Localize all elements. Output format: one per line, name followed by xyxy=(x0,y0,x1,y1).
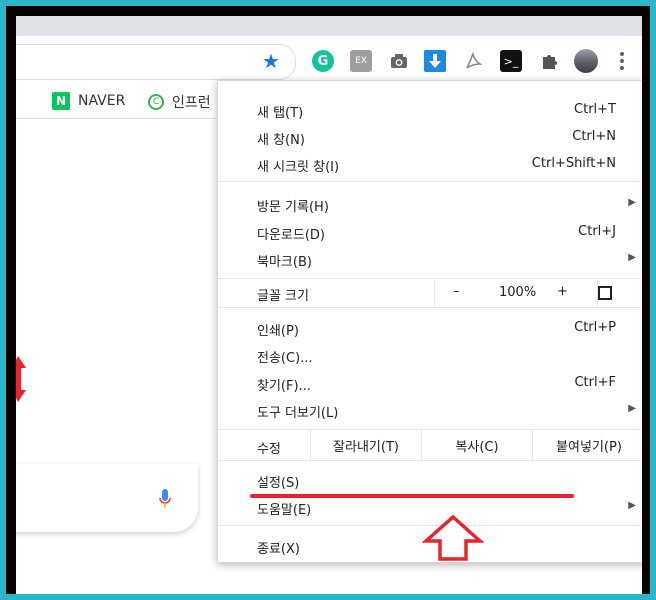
menu-item-history[interactable]: 방문 기록(H) ▶ xyxy=(218,191,642,218)
more-menu-icon[interactable] xyxy=(614,50,630,72)
bookmark-star-icon[interactable]: ★ xyxy=(262,49,280,73)
bookmark-naver-label: NAVER xyxy=(78,93,126,109)
terminal-extension-icon[interactable]: >_ xyxy=(500,50,522,72)
zoom-level: 100% xyxy=(499,285,537,300)
paste-button[interactable]: 붙여넣기(P) xyxy=(532,430,642,460)
zoom-in-button[interactable]: + xyxy=(557,284,568,299)
chrome-main-menu: 새 탭(T) Ctrl+T 새 창(N) Ctrl+N 새 시크릿 창(I) C… xyxy=(217,80,642,563)
voice-search-mic-icon[interactable] xyxy=(158,488,172,510)
submenu-arrow-icon: ▶ xyxy=(628,500,636,511)
menu-separator xyxy=(218,307,642,308)
bookmark-inflearn-label: 인프런 xyxy=(172,95,211,111)
copy-button[interactable]: 복사(C) xyxy=(421,430,532,460)
menu-item-new-window[interactable]: 새 창(N) Ctrl+N xyxy=(218,124,642,151)
bookmark-naver[interactable]: N NAVER xyxy=(52,92,125,110)
fullscreen-icon[interactable] xyxy=(598,286,612,300)
image-frame-border: ★ G EX >_ N NAVER C 인프런 새 탭(T) Ctrl+T 새 … xyxy=(6,6,650,594)
image-frame: ★ G EX >_ N NAVER C 인프런 새 탭(T) Ctrl+T 새 … xyxy=(0,0,656,600)
naver-logo-icon: N xyxy=(52,92,70,110)
ex-extension-icon[interactable]: EX xyxy=(350,50,372,72)
menu-item-incognito[interactable]: 새 시크릿 창(I) Ctrl+Shift+N xyxy=(218,151,642,178)
annotation-arrow-left-icon xyxy=(16,356,26,402)
zoom-controls: – 100% + xyxy=(434,280,598,306)
address-bar[interactable] xyxy=(16,44,296,80)
menu-item-bookmarks[interactable]: 북마크(B) ▶ xyxy=(218,246,642,273)
cut-button[interactable]: 잘라내기(T) xyxy=(310,430,421,460)
submenu-arrow-icon: ▶ xyxy=(628,197,636,208)
menu-item-settings[interactable]: 설정(S) xyxy=(218,467,642,494)
submenu-arrow-icon: ▶ xyxy=(628,403,636,414)
menu-item-find[interactable]: 찾기(F)... Ctrl+F xyxy=(218,370,642,397)
menu-item-new-tab[interactable]: 새 탭(T) Ctrl+T xyxy=(218,97,642,124)
menu-item-more-tools[interactable]: 도구 더보기(L) ▶ xyxy=(218,397,642,424)
menu-separator xyxy=(218,181,642,182)
zoom-out-button[interactable]: – xyxy=(453,284,460,299)
menu-item-downloads[interactable]: 다운로드(D) Ctrl+J xyxy=(218,219,642,246)
submenu-arrow-icon: ▶ xyxy=(628,252,636,263)
inflearn-logo-icon: C xyxy=(148,94,164,110)
menu-zoom-row: 글꼴 크기 – 100% + xyxy=(218,280,642,306)
pdf-extension-icon[interactable] xyxy=(462,50,484,72)
browser-toolbar: ★ G EX >_ xyxy=(16,16,642,85)
menu-edit-row: 수정 잘라내기(T) 복사(C) 붙여넣기(P) xyxy=(218,430,642,460)
tab-strip xyxy=(16,16,642,36)
camera-extension-icon[interactable] xyxy=(388,50,410,72)
browser-window: ★ G EX >_ N NAVER C 인프런 새 탭(T) Ctrl+T 새 … xyxy=(16,16,642,594)
download-extension-icon[interactable] xyxy=(424,50,446,72)
bookmark-inflearn[interactable]: C 인프런 xyxy=(148,92,211,112)
profile-avatar[interactable] xyxy=(574,49,598,73)
annotation-up-arrow-icon xyxy=(422,515,484,561)
menu-item-cast[interactable]: 전송(C)... xyxy=(218,342,642,369)
menu-item-print[interactable]: 인쇄(P) Ctrl+P xyxy=(218,315,642,342)
grammarly-extension-icon[interactable]: G xyxy=(312,50,334,72)
extensions-puzzle-icon[interactable] xyxy=(538,50,560,72)
menu-separator xyxy=(218,278,642,279)
menu-separator xyxy=(218,460,642,461)
